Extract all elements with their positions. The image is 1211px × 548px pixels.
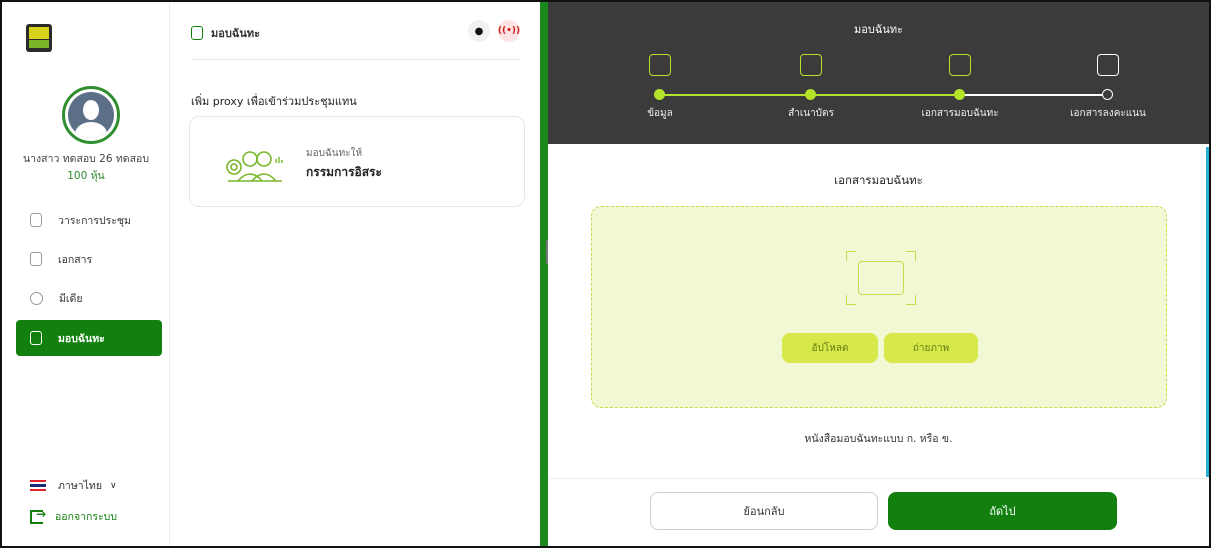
live-icon[interactable]: ((•)) — [498, 20, 520, 42]
sidebar-item-label: เอกสาร — [58, 253, 93, 266]
step-label: สำเนาบัตร — [788, 108, 834, 119]
sidebar-item-label: มีเดีย — [59, 292, 83, 305]
sidebar-item-media[interactable]: มีเดีย — [16, 280, 162, 316]
ballot-box-icon — [1097, 54, 1119, 76]
proxy-document-icon — [191, 26, 203, 40]
step-label: เอกสารลงคะแนน — [1070, 108, 1146, 119]
step-label: เอกสารมอบฉันทะ — [921, 108, 999, 119]
agenda-icon — [30, 213, 42, 227]
language-selector[interactable]: ภาษาไทย ∨ — [30, 477, 117, 494]
document-title: เอกสารมอบฉันทะ — [834, 173, 923, 187]
step-proxy-document: เอกสารมอบฉันทะ — [900, 54, 1020, 119]
upload-button[interactable]: อัปโหลด — [782, 333, 878, 363]
divider — [191, 59, 520, 60]
step-dot — [954, 89, 965, 100]
sidebar-item-label: มอบฉันทะ — [58, 332, 105, 345]
step-dot — [1102, 89, 1113, 100]
next-button[interactable]: ถัดไป — [888, 492, 1117, 530]
stepper-title: มอบฉันทะ — [853, 23, 903, 36]
step-id-copy: สำเนาบัตร — [751, 54, 871, 119]
panel-title-text: มอบฉันทะ — [211, 27, 261, 40]
proxy-wizard: มอบฉันทะ ข้อมูล สำเนาบัตร เอกสารมอบฉันทะ… — [548, 2, 1209, 546]
sidebar-item-agenda[interactable]: วาระการประชุม — [16, 202, 162, 238]
stepper: มอบฉันทะ ข้อมูล สำเนาบัตร เอกสารมอบฉันทะ… — [548, 2, 1209, 144]
step-dot — [654, 89, 665, 100]
sidebar: นางสาว ทดสอบ 26 ทดสอบ 100 หุ้น วาระการปร… — [2, 2, 170, 546]
scrollbar[interactable] — [1206, 147, 1209, 477]
panel-title: มอบฉันทะ — [191, 24, 260, 42]
logout-label: ออกจากระบบ — [55, 511, 117, 523]
header-actions: ● ((•)) — [468, 20, 520, 42]
play-icon — [30, 291, 43, 305]
proxy-document-icon — [30, 331, 42, 345]
step-label: ข้อมูล — [647, 108, 673, 119]
panel-divider — [540, 2, 548, 546]
folder-icon — [30, 252, 42, 266]
proxy-heading: เพิ่ม proxy เพื่อเข้าร่วมประชุมแทน — [191, 95, 357, 108]
user-name: นางสาว ทดสอบ 26 ทดสอบ — [22, 153, 149, 165]
card-subtitle: มอบฉันทะให้ — [306, 148, 363, 159]
chevron-down-icon: ∨ — [110, 480, 117, 491]
sidebar-item-documents[interactable]: เอกสาร — [16, 241, 162, 277]
sidebar-item-label: วาระการประชุม — [58, 214, 131, 227]
proxy-document-icon — [949, 54, 971, 76]
language-label: ภาษาไทย — [58, 480, 102, 492]
back-button[interactable]: ย้อนกลับ — [650, 492, 878, 530]
id-card-icon — [800, 54, 822, 76]
user-shares: 100 หุ้น — [67, 170, 105, 182]
avatar[interactable] — [62, 86, 120, 144]
id-scan-icon — [846, 251, 916, 305]
independent-director-icon — [226, 151, 283, 182]
step-info: ข้อมูล — [600, 54, 720, 119]
upload-dropzone[interactable]: อัปโหลด ถ่ายภาพ — [591, 206, 1167, 408]
logout-icon — [30, 507, 46, 524]
document-caption: หนังสือมอบฉันทะแบบ ก. หรือ ข. — [804, 433, 953, 445]
clipboard-icon — [649, 54, 671, 76]
step-vote-document: เอกสารลงคะแนน — [1048, 54, 1168, 119]
proxy-panel: มอบฉันทะ ● ((•)) เพิ่ม proxy เพื่อเข้าร่… — [171, 2, 540, 546]
step-dot — [805, 89, 816, 100]
thai-flag-icon — [30, 480, 46, 491]
take-photo-button[interactable]: ถ่ายภาพ — [884, 333, 978, 363]
sidebar-item-proxy[interactable]: มอบฉันทะ — [16, 320, 162, 356]
card-title: กรรมการอิสระ — [306, 165, 382, 179]
chat-icon[interactable]: ● — [468, 20, 490, 42]
remaining-line — [960, 94, 1105, 96]
app-logo — [26, 24, 52, 52]
logout-button[interactable]: ออกจากระบบ — [30, 507, 117, 525]
proxy-option-card[interactable]: มอบฉันทะให้ กรรมการอิสระ — [189, 116, 525, 207]
